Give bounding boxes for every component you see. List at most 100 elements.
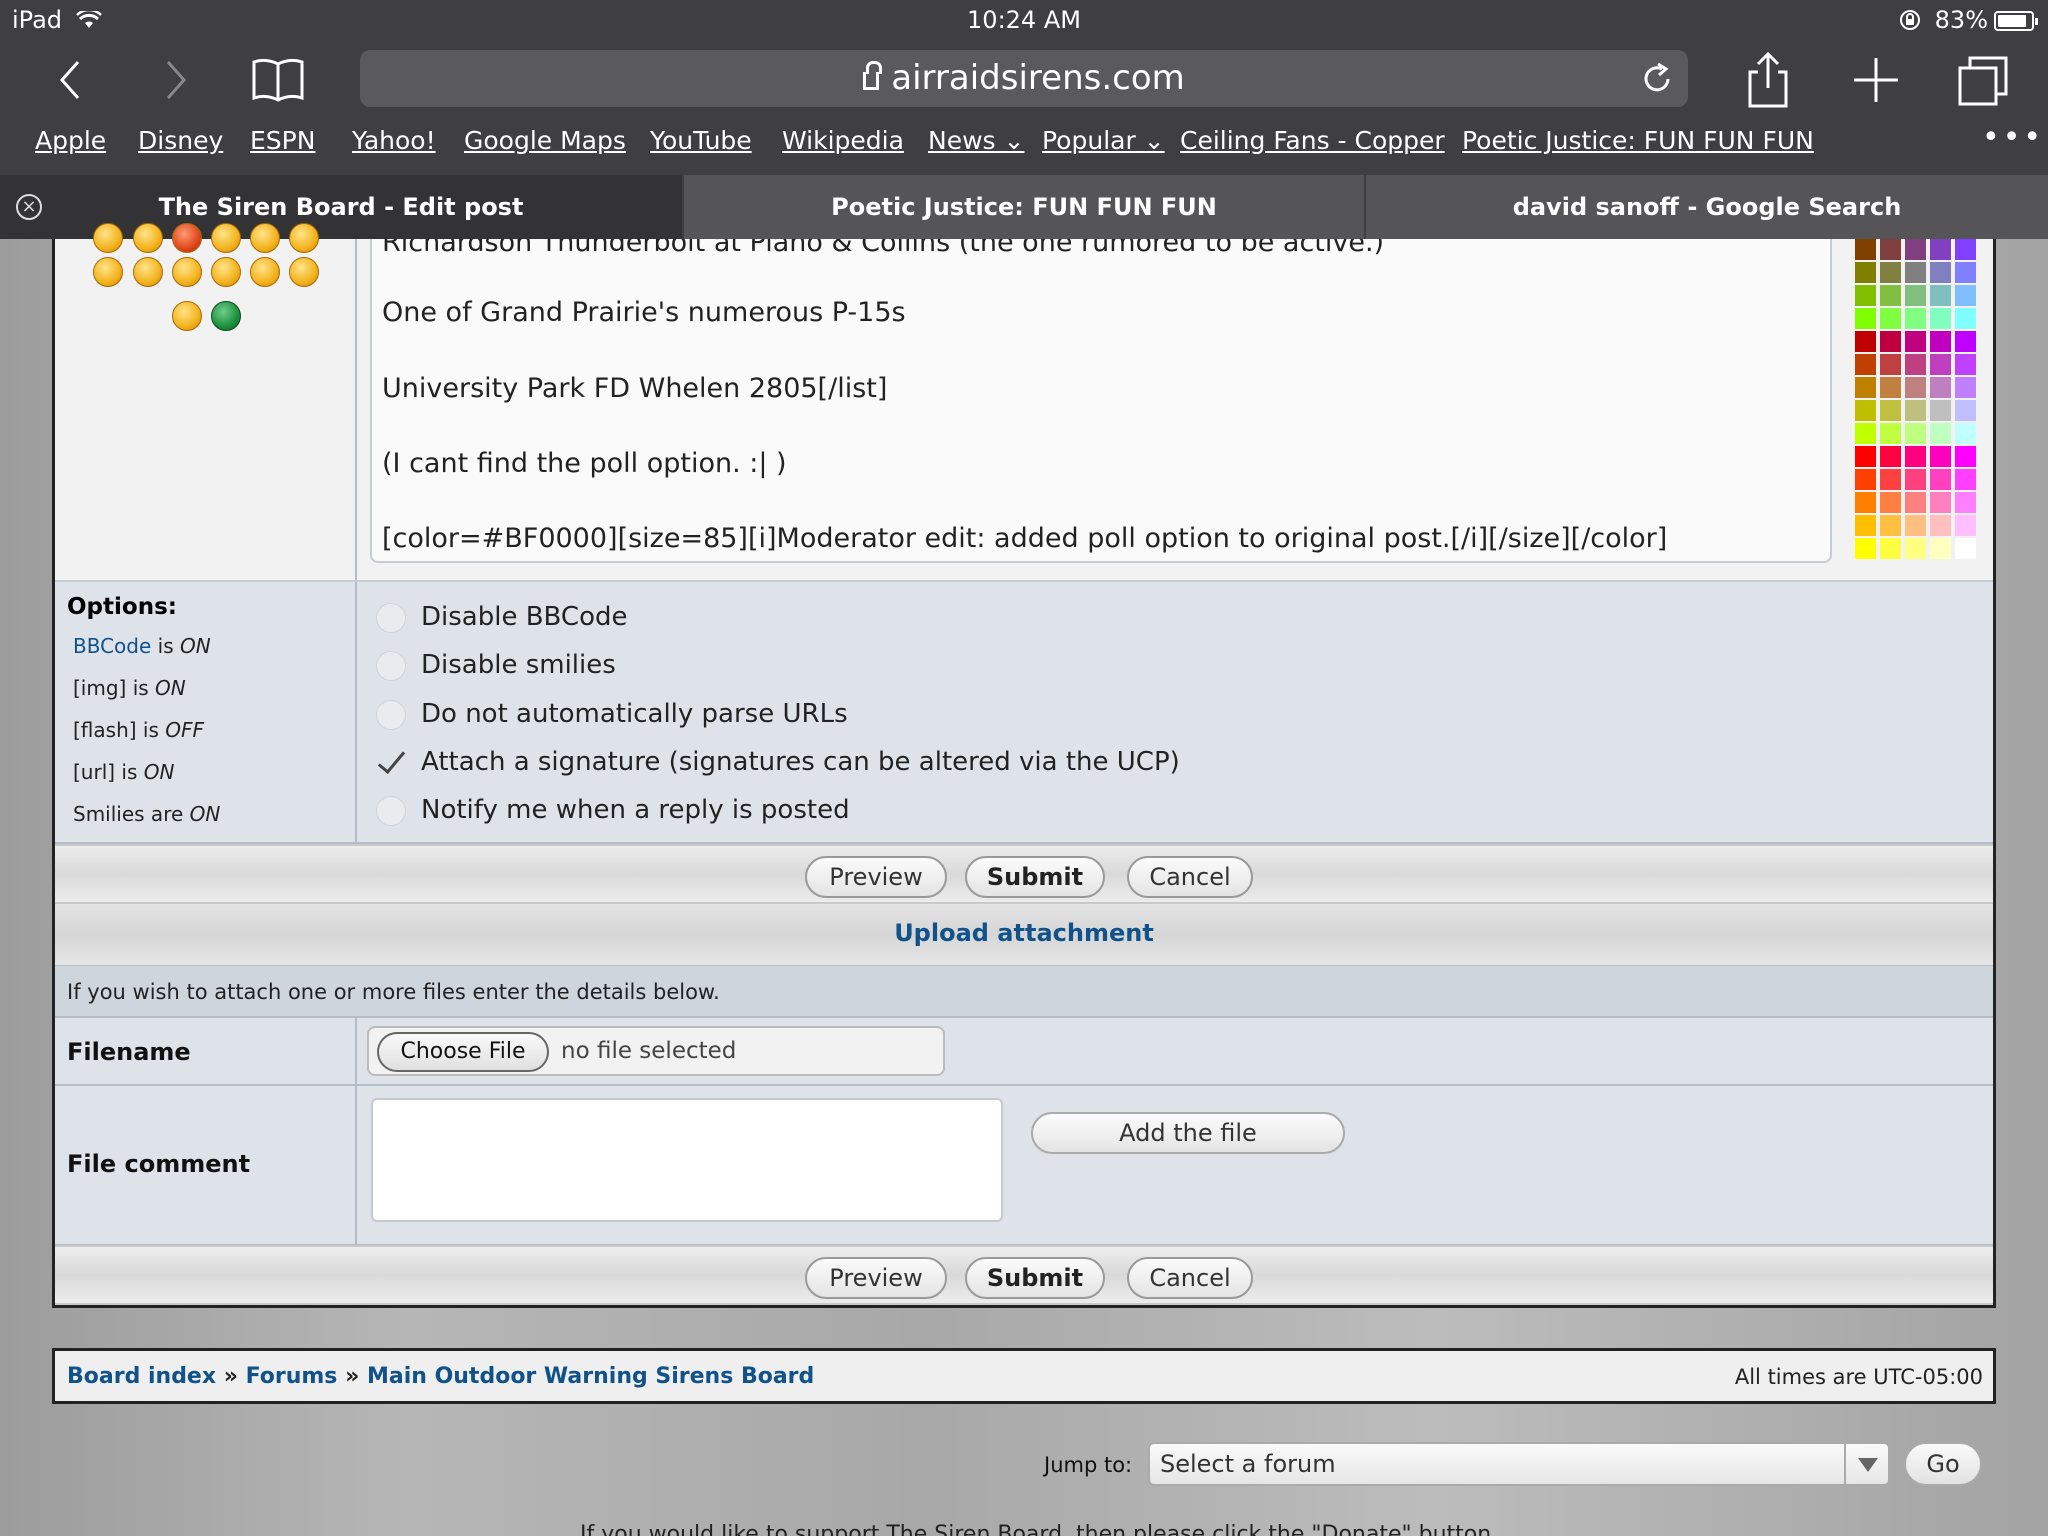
breadcrumb-board-index[interactable]: Board index bbox=[67, 1364, 216, 1389]
mrgreen-smiley-icon[interactable] bbox=[211, 301, 241, 331]
close-tab-icon[interactable]: × bbox=[16, 194, 42, 220]
palette-swatch[interactable] bbox=[1955, 331, 1976, 352]
palette-swatch[interactable] bbox=[1955, 377, 1976, 398]
palette-swatch[interactable] bbox=[1930, 515, 1951, 536]
palette-swatch[interactable] bbox=[1855, 308, 1876, 329]
palette-swatch[interactable] bbox=[1855, 492, 1876, 513]
palette-swatch[interactable] bbox=[1930, 400, 1951, 421]
message-textarea[interactable]: Richardson Thunderbolt at Piano & Collin… bbox=[370, 239, 1832, 563]
share-icon[interactable] bbox=[1738, 50, 1798, 110]
smiley-icon[interactable] bbox=[289, 223, 319, 253]
breadcrumb-board[interactable]: Main Outdoor Warning Sirens Board bbox=[367, 1364, 814, 1389]
palette-swatch[interactable] bbox=[1905, 492, 1926, 513]
palette-swatch[interactable] bbox=[1955, 285, 1976, 306]
neutral-smiley-icon[interactable] bbox=[172, 301, 202, 331]
palette-swatch[interactable] bbox=[1855, 239, 1876, 260]
bookmark-news-folder[interactable]: News ⌄ bbox=[928, 126, 1024, 155]
bbcode-link[interactable]: BBCode bbox=[73, 634, 151, 658]
add-file-button[interactable]: Add the file bbox=[1031, 1112, 1345, 1154]
smiley-icon[interactable] bbox=[250, 223, 280, 253]
palette-swatch[interactable] bbox=[1905, 262, 1926, 283]
disable-smilies-checkbox[interactable] bbox=[376, 651, 406, 681]
palette-swatch[interactable] bbox=[1930, 492, 1951, 513]
wink-smiley-icon[interactable] bbox=[133, 257, 163, 287]
question-smiley-icon[interactable] bbox=[211, 257, 241, 287]
palette-swatch[interactable] bbox=[1905, 377, 1926, 398]
exclamation-smiley-icon[interactable] bbox=[172, 257, 202, 287]
palette-swatch[interactable] bbox=[1955, 423, 1976, 444]
bookmark-popular-folder[interactable]: Popular ⌄ bbox=[1042, 126, 1165, 155]
palette-swatch[interactable] bbox=[1905, 354, 1926, 375]
palette-swatch[interactable] bbox=[1855, 515, 1876, 536]
file-comment-textarea[interactable] bbox=[371, 1098, 1003, 1222]
palette-swatch[interactable] bbox=[1930, 469, 1951, 490]
idea-smiley-icon[interactable] bbox=[250, 257, 280, 287]
palette-swatch[interactable] bbox=[1855, 538, 1876, 559]
palette-swatch[interactable] bbox=[1880, 515, 1901, 536]
tabs-overview-icon[interactable] bbox=[1954, 50, 2014, 110]
palette-swatch[interactable] bbox=[1880, 492, 1901, 513]
choose-file-button[interactable]: Choose File bbox=[377, 1032, 549, 1072]
disable-bbcode-checkbox[interactable] bbox=[376, 603, 406, 633]
attach-signature-checkbox[interactable] bbox=[376, 748, 406, 778]
notify-reply-checkbox[interactable] bbox=[376, 796, 406, 826]
palette-swatch[interactable] bbox=[1855, 469, 1876, 490]
palette-swatch[interactable] bbox=[1905, 446, 1926, 467]
bookmark-espn[interactable]: ESPN bbox=[250, 126, 315, 155]
palette-swatch[interactable] bbox=[1905, 515, 1926, 536]
palette-swatch[interactable] bbox=[1955, 354, 1976, 375]
palette-swatch[interactable] bbox=[1955, 239, 1976, 260]
palette-swatch[interactable] bbox=[1930, 262, 1951, 283]
palette-swatch[interactable] bbox=[1905, 400, 1926, 421]
submit-button-bottom[interactable]: Submit bbox=[965, 1257, 1105, 1299]
palette-swatch[interactable] bbox=[1955, 446, 1976, 467]
palette-swatch[interactable] bbox=[1905, 308, 1926, 329]
palette-swatch[interactable] bbox=[1855, 262, 1876, 283]
reload-icon[interactable] bbox=[1640, 62, 1674, 96]
cool-smiley-icon[interactable] bbox=[93, 257, 123, 287]
bookmark-disney[interactable]: Disney bbox=[138, 126, 223, 155]
palette-swatch[interactable] bbox=[1880, 538, 1901, 559]
palette-swatch[interactable] bbox=[1930, 308, 1951, 329]
palette-swatch[interactable] bbox=[1855, 423, 1876, 444]
smiley-icon[interactable] bbox=[172, 223, 202, 253]
arrow-smiley-icon[interactable] bbox=[289, 257, 319, 287]
palette-swatch[interactable] bbox=[1905, 331, 1926, 352]
breadcrumb-forums[interactable]: Forums bbox=[246, 1364, 338, 1389]
palette-swatch[interactable] bbox=[1930, 538, 1951, 559]
tab-google-search[interactable]: david sanoff - Google Search bbox=[1366, 175, 2048, 239]
smiley-icon[interactable] bbox=[93, 223, 123, 253]
smiley-icon[interactable] bbox=[133, 223, 163, 253]
palette-swatch[interactable] bbox=[1955, 492, 1976, 513]
palette-swatch[interactable] bbox=[1930, 377, 1951, 398]
palette-swatch[interactable] bbox=[1955, 469, 1976, 490]
palette-swatch[interactable] bbox=[1930, 285, 1951, 306]
palette-swatch[interactable] bbox=[1955, 308, 1976, 329]
palette-swatch[interactable] bbox=[1930, 239, 1951, 260]
preview-button-bottom[interactable]: Preview bbox=[805, 1257, 947, 1299]
palette-swatch[interactable] bbox=[1880, 308, 1901, 329]
palette-swatch[interactable] bbox=[1905, 538, 1926, 559]
palette-swatch[interactable] bbox=[1880, 446, 1901, 467]
palette-swatch[interactable] bbox=[1855, 377, 1876, 398]
jump-to-select[interactable]: Select a forum bbox=[1148, 1442, 1890, 1486]
bookmarks-icon[interactable] bbox=[248, 50, 308, 110]
palette-swatch[interactable] bbox=[1905, 285, 1926, 306]
palette-swatch[interactable] bbox=[1855, 400, 1876, 421]
palette-swatch[interactable] bbox=[1880, 377, 1901, 398]
palette-swatch[interactable] bbox=[1930, 423, 1951, 444]
tab-poetic-justice[interactable]: Poetic Justice: FUN FUN FUN bbox=[684, 175, 1364, 239]
file-input[interactable]: Choose File no file selected bbox=[367, 1026, 945, 1076]
palette-swatch[interactable] bbox=[1955, 400, 1976, 421]
palette-swatch[interactable] bbox=[1880, 262, 1901, 283]
go-button[interactable]: Go bbox=[1904, 1442, 1982, 1486]
bookmark-ceiling-fans[interactable]: Ceiling Fans - Copper bbox=[1180, 126, 1445, 155]
back-icon[interactable] bbox=[42, 50, 102, 110]
palette-swatch[interactable] bbox=[1880, 354, 1901, 375]
palette-swatch[interactable] bbox=[1880, 331, 1901, 352]
bookmark-poetic-justice[interactable]: Poetic Justice: FUN FUN FUN bbox=[1462, 126, 1814, 155]
palette-swatch[interactable] bbox=[1880, 239, 1901, 260]
palette-swatch[interactable] bbox=[1930, 446, 1951, 467]
palette-swatch[interactable] bbox=[1955, 262, 1976, 283]
preview-button[interactable]: Preview bbox=[805, 856, 947, 898]
